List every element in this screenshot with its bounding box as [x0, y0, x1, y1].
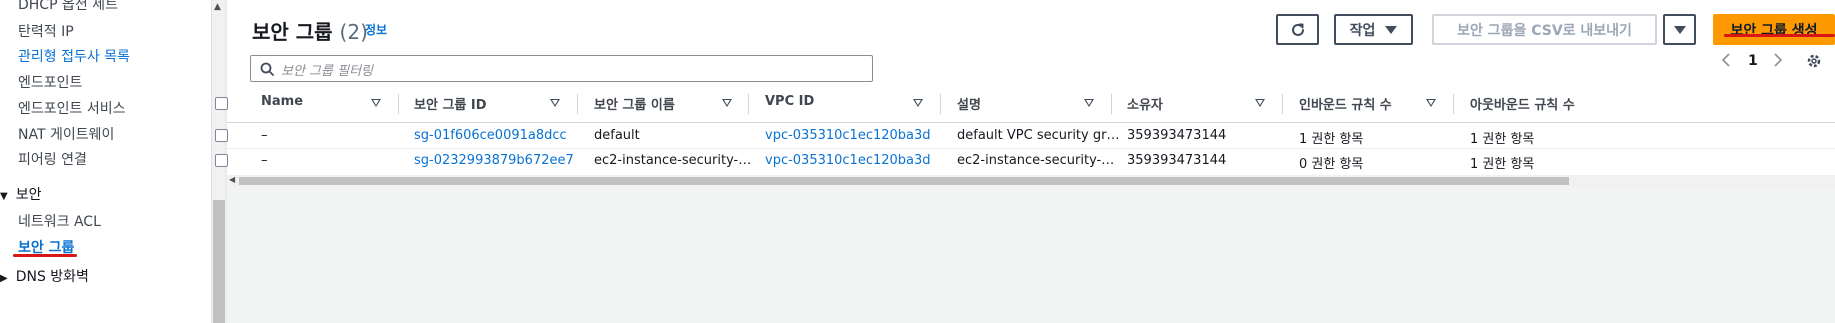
- select-all-checkbox[interactable]: [215, 97, 228, 110]
- search-icon: [260, 62, 274, 76]
- column-header-description[interactable]: 설명: [957, 94, 981, 113]
- column-header-owner[interactable]: 소유자: [1127, 94, 1163, 113]
- cell-name: –: [261, 153, 268, 168]
- create-security-group-button[interactable]: 보안 그룹 생성: [1713, 14, 1835, 45]
- cell-sg-name: ec2-instance-security-…: [594, 153, 752, 168]
- row-checkbox[interactable]: [215, 129, 228, 142]
- export-csv-label: 보안 그룹을 CSV로 내보내기: [1457, 22, 1632, 39]
- cell-owner: 359393473144: [1127, 153, 1227, 168]
- refresh-icon: [1291, 23, 1304, 36]
- page-number[interactable]: 1: [1748, 53, 1758, 73]
- column-header-sg-name[interactable]: 보안 그룹 이름: [594, 94, 675, 113]
- column-divider[interactable]: [748, 94, 749, 114]
- prev-page-icon[interactable]: [1721, 52, 1731, 72]
- cell-outbound: 1 권한 항목: [1470, 132, 1535, 147]
- info-link[interactable]: 정보: [365, 21, 387, 38]
- column-header-inbound[interactable]: 인바운드 규칙 수: [1299, 94, 1392, 113]
- sidebar-section-label: 보안: [15, 187, 42, 203]
- column-divider[interactable]: [1282, 94, 1283, 114]
- column-header-outbound[interactable]: 아웃바운드 규칙 수: [1470, 94, 1575, 113]
- sidebar-section-security[interactable]: ▼ 보안: [0, 184, 41, 204]
- sidebar-item-managed-prefix-lists[interactable]: 관리형 접두사 목록: [18, 46, 130, 66]
- scroll-up-arrow-icon[interactable]: ▲: [214, 2, 221, 12]
- sort-icon[interactable]: [550, 99, 560, 107]
- main-content: 보안 그룹 (2) 정보 작업 보안 그룹을 CSV로 내보내기 보안 그룹 생…: [215, 0, 1835, 323]
- actions-button[interactable]: 작업: [1334, 14, 1413, 45]
- export-dropdown-button[interactable]: [1663, 14, 1696, 45]
- cell-sg-name: default: [594, 128, 640, 143]
- sidebar-item-endpoint-services[interactable]: 엔드포인트 서비스: [18, 98, 126, 118]
- page-title: 보안 그룹 (2): [252, 16, 368, 45]
- sidebar-item-peering-connections[interactable]: 피어링 연결: [18, 149, 87, 169]
- sort-icon[interactable]: [913, 99, 923, 107]
- sort-icon[interactable]: [1426, 99, 1436, 107]
- page-title-text: 보안 그룹: [252, 20, 333, 44]
- filter-placeholder: 보안 그룹 필터링: [281, 64, 373, 79]
- filter-input[interactable]: 보안 그룹 필터링: [250, 55, 873, 82]
- chevron-down-icon: [1385, 25, 1398, 34]
- caret-right-icon: ▶: [0, 273, 8, 284]
- cell-vpc-id-link[interactable]: vpc-035310c1ec120ba3d: [765, 128, 931, 143]
- empty-area: [227, 187, 1835, 323]
- row-checkbox[interactable]: [215, 154, 228, 167]
- chevron-down-icon: [1673, 25, 1686, 34]
- column-divider[interactable]: [940, 94, 941, 114]
- sidebar: DHCP 옵션 세트 탄력적 IP 관리형 접두사 목록 엔드포인트 엔드포인트…: [0, 0, 211, 323]
- table-horizontal-scrollbar[interactable]: ◀: [227, 175, 1835, 187]
- column-header-sg-id[interactable]: 보안 그룹 ID: [414, 94, 487, 113]
- cell-sg-id-link[interactable]: sg-0232993879b672ee7: [414, 153, 574, 168]
- cell-sg-id-link[interactable]: sg-01f606ce0091a8dcc: [414, 128, 567, 143]
- cell-inbound: 0 권한 항목: [1299, 157, 1364, 172]
- refresh-button[interactable]: [1276, 14, 1319, 45]
- column-header-name[interactable]: Name: [261, 94, 303, 109]
- sidebar-item-dhcp-options[interactable]: DHCP 옵션 세트: [18, 0, 118, 14]
- cell-description: ec2-instance-security-…: [957, 153, 1115, 168]
- scroll-left-arrow-icon[interactable]: ◀: [229, 175, 235, 184]
- cell-owner: 359393473144: [1127, 128, 1227, 143]
- actions-label: 작업: [1349, 22, 1376, 39]
- cell-name: –: [261, 128, 268, 143]
- item-count: (2): [339, 20, 368, 44]
- sidebar-item-nat-gateways[interactable]: NAT 게이트웨이: [18, 124, 114, 144]
- sort-icon[interactable]: [371, 99, 381, 107]
- cell-vpc-id-link[interactable]: vpc-035310c1ec120ba3d: [765, 153, 931, 168]
- column-header-vpc-id[interactable]: VPC ID: [765, 94, 814, 109]
- column-divider[interactable]: [1111, 94, 1112, 114]
- sort-icon[interactable]: [1084, 99, 1094, 107]
- caret-down-icon: ▼: [0, 191, 8, 202]
- cell-inbound: 1 권한 항목: [1299, 132, 1364, 147]
- cell-outbound: 1 권한 항목: [1470, 157, 1535, 172]
- column-divider[interactable]: [1453, 94, 1454, 114]
- gear-icon[interactable]: [1805, 52, 1823, 72]
- next-page-icon[interactable]: [1773, 52, 1783, 72]
- header-divider: [227, 122, 1835, 123]
- annotation-underline: [13, 254, 77, 257]
- sidebar-item-elastic-ip[interactable]: 탄력적 IP: [18, 21, 74, 41]
- annotation-underline: [1724, 34, 1835, 37]
- cell-description: default VPC security gr…: [957, 128, 1120, 143]
- sort-icon[interactable]: [722, 99, 732, 107]
- column-divider[interactable]: [577, 94, 578, 114]
- sidebar-item-network-acl[interactable]: 네트워크 ACL: [18, 211, 101, 231]
- scrollbar-thumb[interactable]: [239, 177, 1569, 185]
- scrollbar-thumb[interactable]: [213, 200, 225, 323]
- sidebar-section-label: DNS 방화벽: [15, 269, 89, 285]
- sidebar-section-dns-firewall[interactable]: ▶ DNS 방화벽: [0, 266, 89, 286]
- row-divider: [227, 148, 1835, 149]
- column-divider[interactable]: [398, 94, 399, 114]
- export-csv-button[interactable]: 보안 그룹을 CSV로 내보내기: [1432, 14, 1657, 45]
- sort-icon[interactable]: [1255, 99, 1265, 107]
- sidebar-item-endpoints[interactable]: 엔드포인트: [18, 72, 82, 92]
